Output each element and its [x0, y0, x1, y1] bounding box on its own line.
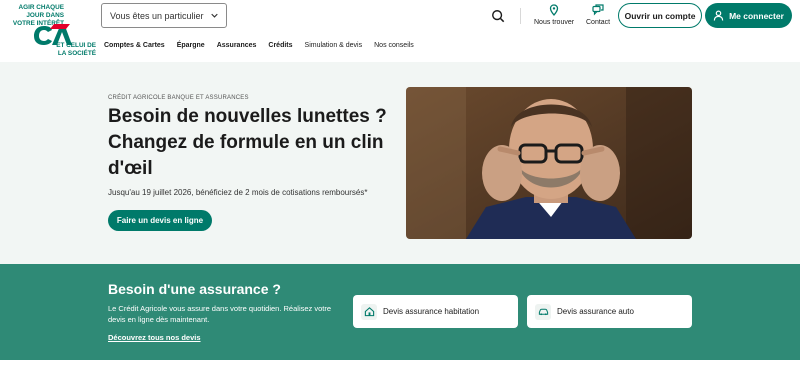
credit-agricole-logo[interactable]: AGIR CHAQUE JOUR DANS VOTRE INTÉRÊT ET C…	[4, 4, 96, 60]
menu-item-simulation-devis[interactable]: Simulation & devis	[305, 42, 363, 49]
main-menu: Comptes & Cartes Épargne Assurances Créd…	[104, 42, 426, 49]
page-bottom	[0, 360, 800, 366]
insurance-section: Besoin d'une assurance ? Le Crédit Agric…	[0, 264, 800, 360]
hero-illustration	[406, 87, 692, 239]
find-us-label: Nous trouver	[534, 19, 575, 26]
online-quote-button[interactable]: Faire un devis en ligne	[108, 210, 212, 231]
all-quotes-link[interactable]: Découvrez tous nos devis	[108, 333, 201, 342]
user-icon	[713, 10, 724, 21]
profile-select-value: Vous êtes un particulier	[110, 10, 204, 21]
menu-item-assurances[interactable]: Assurances	[217, 42, 257, 49]
insurance-title: Besoin d'une assurance ?	[108, 281, 281, 297]
profile-select[interactable]: Vous êtes un particulier	[101, 3, 227, 28]
menu-item-comptes-cartes[interactable]: Comptes & Cartes	[104, 42, 165, 49]
menu-item-epargne[interactable]: Épargne	[177, 42, 205, 49]
insurance-text: Le Crédit Agricole vous assure dans votr…	[108, 304, 332, 324]
car-insurance-quote-card[interactable]: Devis assurance auto	[527, 295, 692, 328]
search-icon	[492, 10, 505, 23]
hero-image-man-with-glasses	[406, 87, 692, 239]
login-button[interactable]: Me connecter	[705, 3, 792, 28]
chat-icon	[592, 4, 604, 16]
brand-subline: ET CELUI DE LA SOCIÉTÉ	[56, 42, 96, 57]
search-button[interactable]	[487, 5, 509, 27]
open-account-button[interactable]: Ouvrir un compte	[618, 3, 702, 28]
header-divider	[520, 8, 521, 24]
menu-item-credits[interactable]: Crédits	[268, 42, 292, 49]
car-icon	[535, 303, 551, 320]
find-us-link[interactable]: Nous trouver	[534, 4, 574, 26]
map-pin-icon	[549, 4, 559, 16]
hero-description: Jusqu'au 19 juillet 2026, bénéficiez de …	[108, 188, 368, 197]
menu-item-nos-conseils[interactable]: Nos conseils	[374, 42, 414, 49]
hero-section: CRÉDIT AGRICOLE BANQUE ET ASSURANCES Bes…	[0, 62, 800, 264]
car-insurance-label: Devis assurance auto	[557, 307, 634, 316]
home-insurance-label: Devis assurance habitation	[383, 307, 480, 316]
hero-title: Besoin de nouvelles lunettes ? Changez d…	[108, 106, 387, 179]
hero-eyebrow: CRÉDIT AGRICOLE BANQUE ET ASSURANCES	[108, 95, 249, 101]
contact-link[interactable]: Contact	[586, 4, 610, 26]
home-insurance-quote-card[interactable]: Devis assurance habitation	[353, 295, 518, 328]
contact-label: Contact	[586, 19, 611, 26]
chevron-down-icon	[211, 13, 218, 18]
login-label: Me connecter	[729, 10, 784, 21]
house-icon	[361, 303, 377, 320]
site-header: AGIR CHAQUE JOUR DANS VOTRE INTÉRÊT ET C…	[0, 0, 800, 62]
